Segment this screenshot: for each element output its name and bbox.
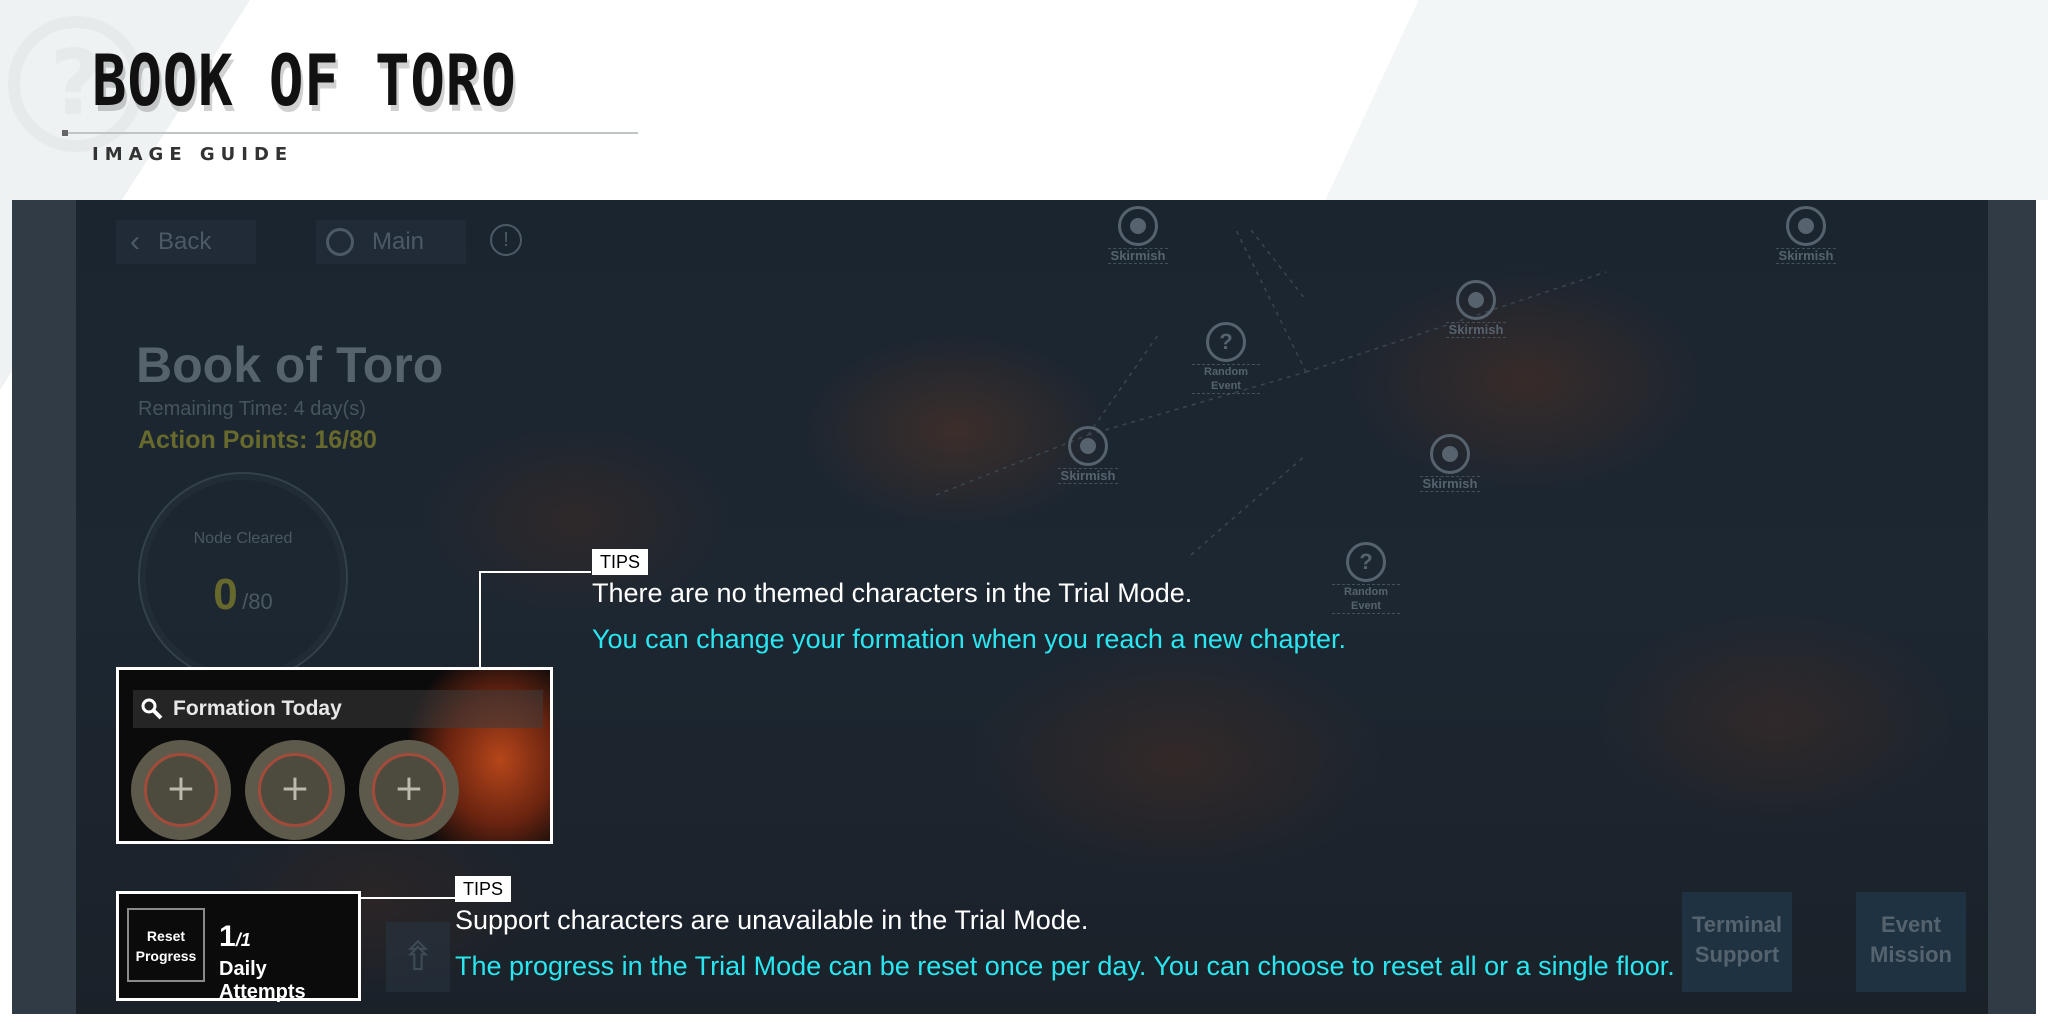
floor-up-button[interactable]: ⇮	[386, 922, 450, 992]
node-cleared-label: Node Cleared	[193, 530, 293, 547]
map-node-random-event[interactable]: ? Random Event	[1318, 542, 1414, 614]
map-node-skirmish[interactable]: Skirmish	[1040, 426, 1136, 484]
header-divider-dot	[62, 130, 68, 136]
callout-connector	[479, 571, 481, 669]
node-label: Random Event	[1332, 584, 1400, 614]
formation-slot[interactable]: +	[359, 740, 459, 840]
page-title: BOOK OF TORO	[92, 40, 517, 122]
map-node-skirmish[interactable]: Skirmish	[1090, 206, 1186, 264]
tip-text-highlight: The progress in the Trial Mode can be re…	[455, 951, 1675, 981]
node-label: Random Event	[1192, 364, 1260, 394]
remaining-time: Remaining Time: 4 day(s)	[138, 398, 366, 420]
map-node-skirmish[interactable]: Skirmish	[1758, 206, 1854, 264]
skirmish-icon	[1068, 426, 1108, 466]
attempts-total: /1	[235, 930, 251, 950]
info-icon[interactable]: !	[490, 224, 522, 256]
main-button[interactable]: Main	[316, 220, 466, 264]
tip-text: Support characters are unavailable in th…	[455, 905, 1089, 935]
callout-connector	[479, 571, 591, 573]
chevron-left-icon: ‹	[130, 225, 140, 258]
map-node-skirmish[interactable]: Skirmish	[1402, 434, 1498, 492]
skirmish-icon	[1456, 280, 1496, 320]
node-label: Skirmish	[1775, 248, 1837, 264]
search-icon	[141, 698, 163, 720]
node-label: Skirmish	[1445, 322, 1507, 338]
map-node-skirmish[interactable]: Skirmish	[1428, 280, 1524, 338]
header-background-shape-right	[1320, 0, 2048, 200]
tip-text-highlight: You can change your formation when you r…	[592, 624, 1346, 654]
guide-page: ? BOOK OF TORO IMAGE GUIDE ‹ Back Main !…	[0, 0, 2048, 1024]
skirmish-icon	[1786, 206, 1826, 246]
node-label: Skirmish	[1419, 476, 1481, 492]
formation-slot[interactable]: +	[245, 740, 345, 840]
question-icon: ?	[1206, 322, 1246, 362]
header-divider	[64, 132, 638, 134]
formation-today-panel: Formation Today + + +	[116, 667, 553, 844]
add-icon: +	[258, 753, 332, 827]
attempts-value: 1	[219, 920, 236, 953]
node-label: Skirmish	[1057, 468, 1119, 484]
reset-progress-button[interactable]: Reset Progress	[127, 908, 205, 982]
up-arrow-icon: ⇮	[401, 934, 435, 980]
page-subtitle: IMAGE GUIDE	[92, 144, 294, 165]
daily-attempts-label: Daily Attempts	[219, 958, 306, 1003]
skirmish-icon	[1430, 434, 1470, 474]
node-cleared-gauge: Node Cleared 0 /80	[138, 472, 348, 682]
formation-title: Formation Today	[173, 697, 342, 720]
event-title: Book of Toro	[136, 337, 444, 393]
add-icon: +	[144, 753, 218, 827]
question-icon: ?	[1346, 542, 1386, 582]
tips-badge: TIPS	[455, 876, 512, 902]
terminal-support-button[interactable]: Terminal Support	[1682, 892, 1792, 992]
map-node-random-event[interactable]: ? Random Event	[1178, 322, 1274, 394]
formation-slot[interactable]: +	[131, 740, 231, 840]
back-button[interactable]: ‹ Back	[116, 220, 256, 264]
back-label: Back	[158, 228, 212, 255]
tip-text: There are no themed characters in the Tr…	[592, 578, 1193, 608]
main-label: Main	[372, 228, 425, 255]
event-mission-button[interactable]: Event Mission	[1856, 892, 1966, 992]
node-cleared-total: /80	[242, 589, 273, 614]
action-points: Action Points: 16/80	[138, 426, 377, 454]
tips-badge: TIPS	[592, 549, 649, 575]
node-label: Skirmish	[1107, 248, 1169, 264]
callout-connector	[360, 897, 455, 899]
screenshot-border-right	[1988, 200, 2036, 1014]
add-icon: +	[372, 753, 446, 827]
screenshot-border-left	[12, 200, 76, 1014]
home-ring-icon	[326, 228, 354, 256]
skirmish-icon	[1118, 206, 1158, 246]
daily-attempts-count: 1/1	[219, 920, 251, 954]
node-cleared-value: 0	[213, 570, 238, 619]
reset-progress-panel: Reset Progress 1/1 Daily Attempts	[116, 891, 361, 1003]
formation-header: Formation Today	[133, 690, 543, 728]
